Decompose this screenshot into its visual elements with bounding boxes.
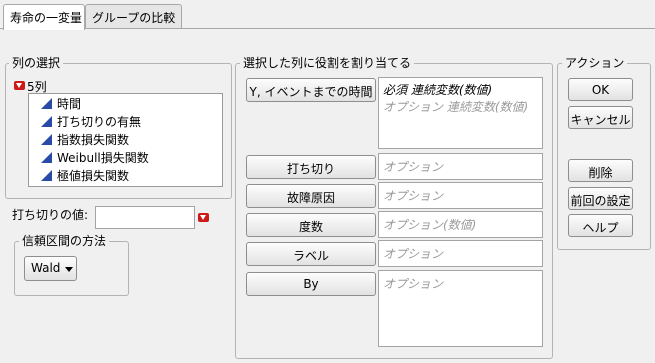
continuous-column-icon (41, 170, 52, 181)
action-legend: アクション (562, 56, 628, 70)
help-button[interactable]: ヘルプ (568, 214, 633, 237)
tab-label: 寿命の一変量 (10, 11, 83, 25)
role-failure-cause-button[interactable]: 故障原因 (246, 184, 376, 208)
tab-divider (0, 28, 655, 29)
role-label-button[interactable]: ラベル (246, 242, 376, 266)
column-select-legend: 列の選択 (9, 56, 64, 70)
tab-label: グループの比較 (92, 11, 176, 25)
cancel-button[interactable]: キャンセル (568, 106, 633, 129)
role-label-field[interactable]: オプション (378, 240, 543, 267)
column-list-item[interactable]: 時間 (41, 95, 81, 113)
role-assign-legend: 選択した列に役割を割り当てる (240, 56, 415, 70)
role-optional-hint: オプション (383, 160, 444, 174)
recall-button[interactable]: 前回の設定 (568, 187, 633, 210)
column-list[interactable]: 時間 打ち切りの有無 指数損失関数 Weibull損失関数 極値損失関数 (28, 93, 223, 187)
confidence-method-select[interactable]: Wald (24, 256, 77, 281)
role-optional-hint: オプション 連続変数(数値) (383, 100, 529, 114)
confidence-method-value: Wald (31, 261, 61, 275)
role-censor-button[interactable]: 打ち切り (246, 155, 376, 179)
role-optional-hint: オプション (383, 247, 444, 261)
ok-button[interactable]: OK (568, 78, 633, 101)
column-list-item[interactable]: Weibull損失関数 (41, 149, 149, 167)
role-by-button[interactable]: By (246, 272, 376, 296)
censor-value-input[interactable] (95, 206, 195, 229)
role-failure-cause-field[interactable]: オプション (378, 182, 543, 209)
tab-life-distribution[interactable]: 寿命の一変量 (3, 4, 85, 30)
remove-button[interactable]: 削除 (568, 159, 633, 182)
column-list-item[interactable]: 指数損失関数 (41, 131, 129, 149)
column-list-item[interactable]: 極値損失関数 (41, 167, 129, 185)
role-censor-field[interactable]: オプション (378, 153, 543, 180)
continuous-column-icon (41, 134, 52, 145)
role-frequency-field[interactable]: オプション(数値) (378, 211, 543, 238)
column-name: 打ち切りの有無 (57, 115, 142, 129)
column-name: 極値損失関数 (57, 169, 130, 183)
role-optional-hint: オプション (383, 189, 444, 203)
role-y-time-to-event-field[interactable]: 必須 連続変数(数値) オプション 連続変数(数値) (378, 77, 543, 149)
role-required-hint: 必須 連続変数(数値) (383, 83, 493, 97)
column-list-item[interactable]: 打ち切りの有無 (41, 113, 141, 131)
role-optional-hint: オプション(数値) (383, 218, 477, 232)
confidence-method-legend: 信頼区間の方法 (19, 234, 110, 248)
role-by-field[interactable]: オプション (378, 270, 543, 347)
censor-value-dropdown-icon[interactable] (198, 213, 209, 222)
role-frequency-button[interactable]: 度数 (246, 213, 376, 237)
column-count-header[interactable]: 5列 (14, 78, 94, 94)
red-triangle-menu-icon[interactable] (14, 81, 25, 90)
column-name: 時間 (57, 97, 82, 111)
role-optional-hint: オプション (383, 277, 444, 291)
censor-value-label: 打ち切りの値: (12, 208, 89, 222)
role-y-time-to-event-button[interactable]: Y, イベントまでの時間 (246, 78, 376, 102)
column-name: Weibull損失関数 (57, 151, 149, 165)
continuous-column-icon (41, 98, 52, 109)
continuous-column-icon (41, 152, 52, 163)
continuous-column-icon (41, 116, 52, 127)
column-name: 指数損失関数 (57, 133, 130, 147)
chevron-down-icon (65, 267, 73, 272)
tab-compare-groups[interactable]: グループの比較 (85, 4, 182, 28)
